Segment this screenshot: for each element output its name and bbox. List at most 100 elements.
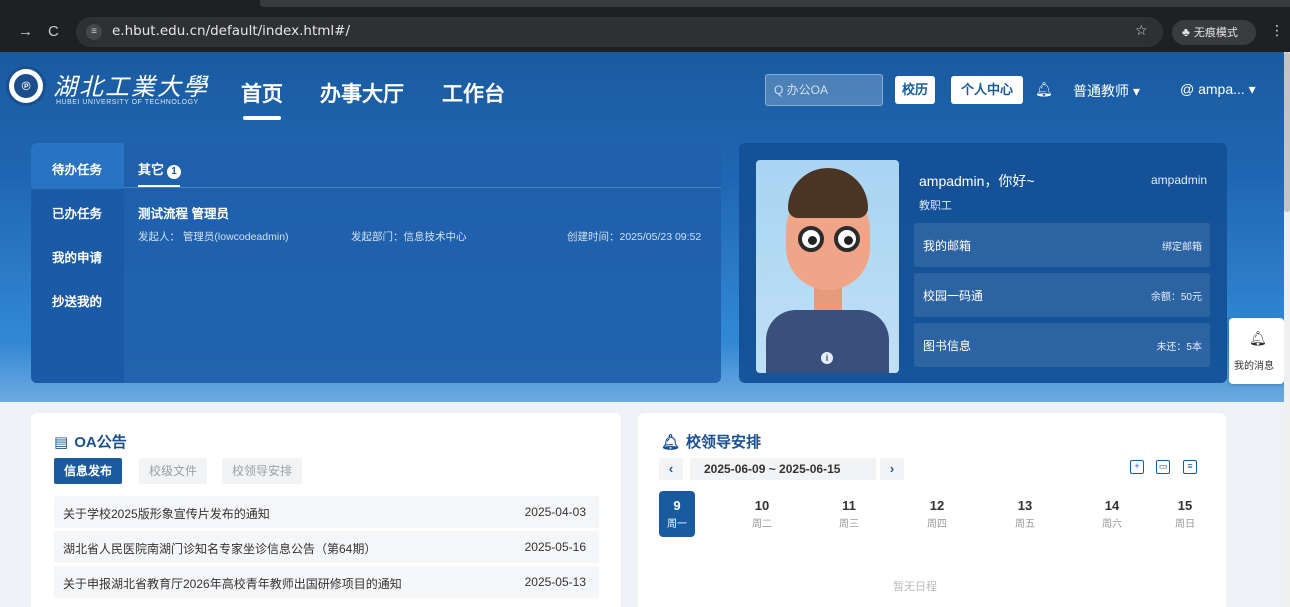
day-fri[interactable]: 13 周五 bbox=[1007, 491, 1043, 537]
sidebar-item-done[interactable]: 已办任务 bbox=[52, 203, 102, 222]
sidebar-item-cc-me[interactable]: 抄送我的 bbox=[52, 291, 102, 310]
profile-row-value: 未还：5本 bbox=[1156, 342, 1202, 353]
scrollbar-thumb[interactable] bbox=[1284, 52, 1290, 212]
profile-row-library[interactable]: 图书信息 未还：5本 bbox=[914, 323, 1210, 367]
university-logo-icon[interactable]: ℗ bbox=[6, 66, 46, 106]
search-input[interactable]: Q 办公OA bbox=[765, 74, 883, 106]
leader-schedule-card: 🔔︎ 校领导安排 ‹ 2025-06-09 ~ 2025-06-15 › + ▭ … bbox=[638, 413, 1226, 607]
notice-date: 2025-05-13 bbox=[524, 575, 586, 589]
nav-home[interactable]: 首页 bbox=[241, 78, 283, 108]
avatar-info-icon[interactable]: i bbox=[821, 352, 833, 364]
page-scrollbar[interactable] bbox=[1284, 52, 1290, 607]
personal-center-button[interactable]: 个人中心 bbox=[951, 76, 1023, 104]
task-department: 发起部门：信息技术中心 bbox=[351, 231, 467, 243]
user-dropdown[interactable]: @ ampa... ▾ bbox=[1180, 81, 1256, 98]
day-weekday: 周一 bbox=[667, 519, 687, 530]
greeting-text: ampadmin，你好~ bbox=[919, 173, 1035, 189]
list-item[interactable]: 湖北省人民医院南湖门诊知名专家坐诊信息公告（第64期） 2025-05-16 bbox=[54, 531, 599, 563]
task-created-time: 创建时间：2025/05/23 09:52 bbox=[567, 231, 702, 243]
incognito-badge[interactable]: ♣ 无痕模式 bbox=[1172, 20, 1256, 45]
user-type: 教职工 bbox=[919, 200, 952, 212]
tab-other-label: 其它 bbox=[138, 162, 165, 177]
tab-count-badge: 1 bbox=[167, 165, 182, 179]
notification-bell-icon[interactable]: 🔔︎ bbox=[1035, 81, 1053, 98]
day-sat[interactable]: 14 周六 bbox=[1094, 491, 1130, 537]
bookmark-star-icon[interactable]: ☆ bbox=[1135, 22, 1148, 39]
tab-strip bbox=[260, 0, 1290, 7]
list-item[interactable]: 关于学校2025版形象宣传片发布的通知 2025-04-03 bbox=[54, 496, 599, 528]
logo-text[interactable]: 湖北工業大學 bbox=[53, 67, 209, 102]
nav-service-hall[interactable]: 办事大厅 bbox=[320, 78, 404, 108]
notice-date: 2025-04-03 bbox=[524, 505, 586, 519]
prev-week-button[interactable]: ‹ bbox=[659, 458, 683, 480]
oa-title: ▤ OA公告 bbox=[54, 431, 127, 452]
profile-card: i ampadmin，你好~ ampadmin 教职工 我的邮箱 绑定邮箱 校园… bbox=[739, 143, 1227, 383]
next-week-button[interactable]: › bbox=[880, 458, 904, 480]
url-text[interactable]: e.hbut.edu.cn/default/index.html#/ bbox=[112, 23, 350, 39]
day-weekday: 周三 bbox=[839, 519, 859, 530]
incognito-label: 无痕模式 bbox=[1193, 27, 1238, 39]
reload-icon[interactable]: C bbox=[48, 22, 59, 42]
tab-school-files[interactable]: 校级文件 bbox=[139, 458, 208, 484]
day-tue[interactable]: 10 周二 bbox=[744, 491, 780, 537]
notice-date: 2025-05-16 bbox=[524, 540, 586, 554]
my-messages-button[interactable]: 🔔︎ 我的消息 bbox=[1229, 318, 1284, 384]
task-initiator: 发起人： 管理员(lowcodeadmin) bbox=[138, 231, 289, 243]
school-calendar-button[interactable]: 校历 bbox=[895, 76, 935, 104]
leader-title-text: 校领导安排 bbox=[686, 434, 762, 451]
day-mon[interactable]: 9 周一 bbox=[659, 491, 695, 537]
tab-leader-schedule[interactable]: 校领导安排 bbox=[222, 458, 303, 484]
day-weekday: 周六 bbox=[1102, 519, 1122, 530]
role-dropdown[interactable]: 普通教师 ▾ bbox=[1073, 81, 1140, 101]
notice-title[interactable]: 关于申报湖北省教育厅2026年高校青年教师出国研修项目的通知 bbox=[63, 575, 402, 592]
week-range[interactable]: 2025-06-09 ~ 2025-06-15 bbox=[690, 458, 876, 480]
profile-row-value: 余额：50元 bbox=[1150, 292, 1202, 303]
sidebar-item-pending[interactable]: 待办任务 bbox=[52, 159, 102, 178]
day-number: 11 bbox=[842, 498, 856, 513]
avatar[interactable]: i bbox=[756, 160, 899, 373]
add-schedule-icon[interactable]: + bbox=[1130, 460, 1144, 474]
oa-announcement-card: ▤ OA公告 信息发布 校级文件 校领导安排 关于学校2025版形象宣传片发布的通… bbox=[31, 413, 621, 607]
calendar-view-icon[interactable]: ▭ bbox=[1156, 460, 1170, 474]
day-thu[interactable]: 12 周四 bbox=[919, 491, 955, 537]
avatar-glasses-left bbox=[798, 226, 824, 252]
profile-row-label: 我的邮箱 bbox=[923, 239, 972, 253]
browser-chrome: → C ≡ e.hbut.edu.cn/default/index.html#/… bbox=[0, 0, 1290, 52]
profile-row-email[interactable]: 我的邮箱 绑定邮箱 bbox=[914, 223, 1210, 267]
day-number: 10 bbox=[754, 498, 770, 513]
site-settings-icon[interactable]: ≡ bbox=[86, 24, 102, 40]
address-bar[interactable]: ≡ e.hbut.edu.cn/default/index.html#/ bbox=[76, 17, 1163, 47]
bell-icon: 🔔︎ bbox=[1249, 330, 1267, 346]
profile-row-value[interactable]: 绑定邮箱 bbox=[1162, 238, 1202, 253]
notice-title[interactable]: 湖北省人民医院南湖门诊知名专家坐诊信息公告（第64期） bbox=[63, 540, 376, 557]
day-weekday: 周五 bbox=[1015, 519, 1035, 530]
nav-workbench[interactable]: 工作台 bbox=[442, 78, 505, 108]
site-page: ℗ 湖北工業大學 HUBEI UNIVERSITY OF TECHNOLOGY … bbox=[0, 52, 1290, 607]
day-wed[interactable]: 11 周三 bbox=[831, 491, 867, 537]
tab-divider bbox=[124, 187, 721, 188]
list-view-icon[interactable]: ≡ bbox=[1183, 460, 1197, 474]
tab-info-release[interactable]: 信息发布 bbox=[54, 458, 123, 484]
day-weekday: 周日 bbox=[1175, 519, 1195, 530]
task-title[interactable]: 测试流程 管理员 bbox=[138, 203, 229, 222]
day-sun[interactable]: 15 周日 bbox=[1167, 491, 1203, 537]
avatar-glasses-right bbox=[834, 226, 860, 252]
username: ampadmin bbox=[1151, 173, 1208, 187]
profile-row-label: 图书信息 bbox=[923, 339, 972, 353]
day-number: 13 bbox=[1017, 498, 1033, 513]
day-number: 12 bbox=[929, 498, 945, 513]
day-weekday: 周四 bbox=[927, 519, 947, 530]
profile-row-label: 校园一码通 bbox=[923, 289, 984, 303]
more-menu-icon[interactable]: ⋮ bbox=[1270, 22, 1284, 39]
task-panel: 待办任务 已办任务 我的申请 抄送我的 其它 1 测试流程 管理员 发起人： 管理… bbox=[31, 143, 721, 383]
forward-icon[interactable]: → bbox=[18, 22, 33, 42]
empty-schedule-text: 暂无日程 bbox=[893, 581, 937, 593]
tab-other[interactable]: 其它 1 bbox=[138, 159, 182, 179]
logo-subtitle: HUBEI UNIVERSITY OF TECHNOLOGY bbox=[56, 99, 199, 106]
profile-row-campus-card[interactable]: 校园一码通 余额：50元 bbox=[914, 273, 1210, 317]
task-sidebar: 待办任务 已办任务 我的申请 抄送我的 bbox=[31, 143, 124, 383]
my-messages-label: 我的消息 bbox=[1234, 361, 1274, 372]
notice-title[interactable]: 关于学校2025版形象宣传片发布的通知 bbox=[63, 505, 270, 522]
list-item[interactable]: 关于申报湖北省教育厅2026年高校青年教师出国研修项目的通知 2025-05-1… bbox=[54, 566, 599, 598]
sidebar-item-my-applications[interactable]: 我的申请 bbox=[52, 247, 102, 266]
